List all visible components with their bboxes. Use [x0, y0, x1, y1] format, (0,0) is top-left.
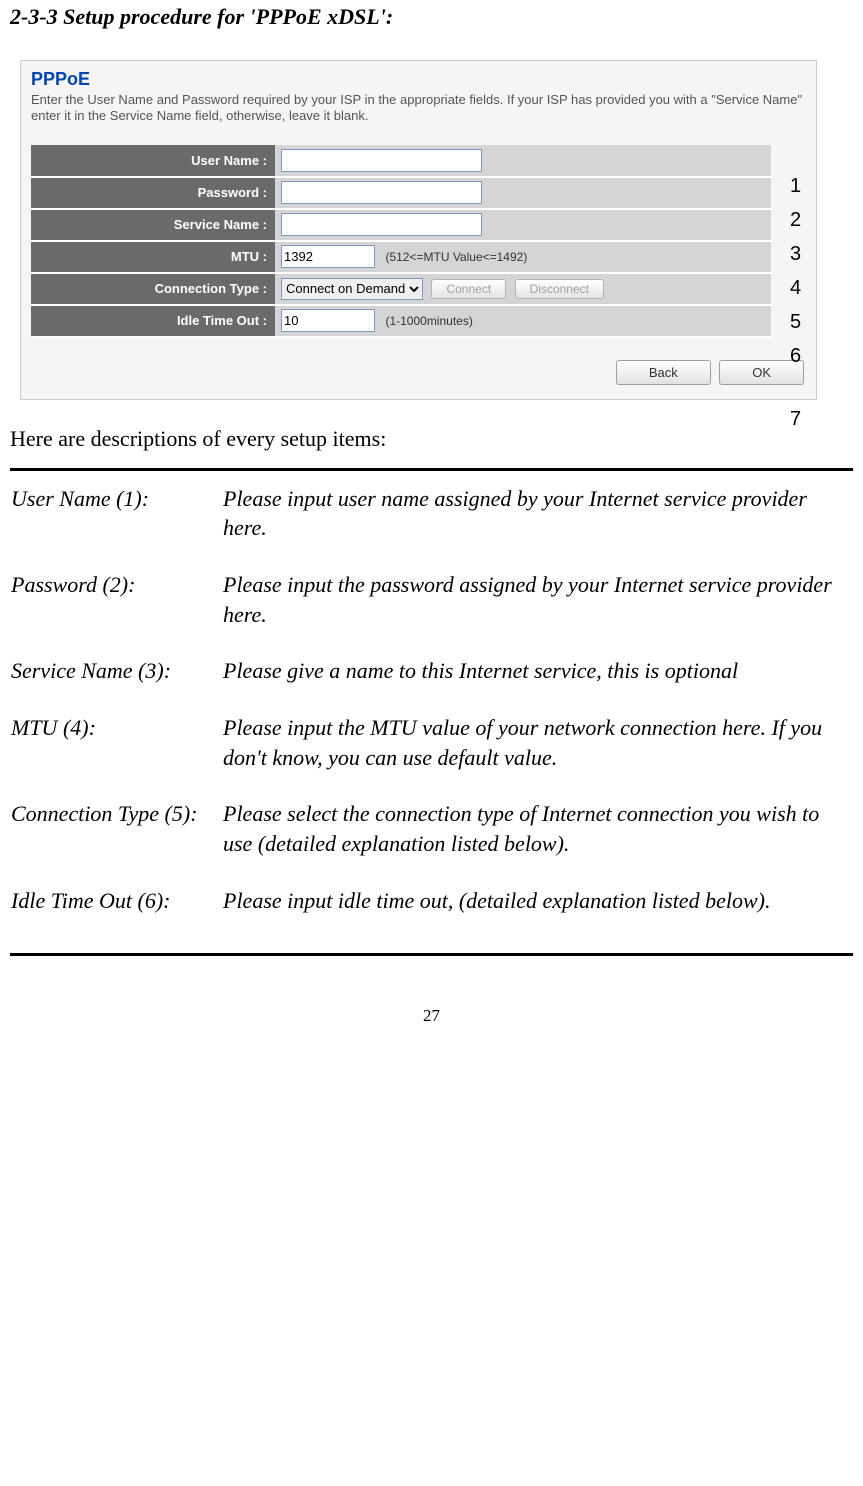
conntype-select[interactable]: Connect on Demand: [281, 278, 423, 300]
username-input[interactable]: [281, 149, 482, 172]
mtu-label: MTU :: [31, 241, 275, 273]
annotations-column: 1 2 3 4 5 6: [790, 169, 801, 373]
annotation-5: 5: [790, 305, 801, 339]
servicename-input[interactable]: [281, 213, 482, 236]
row-username: User Name :: [31, 145, 771, 177]
annotation-4: 4: [790, 271, 801, 305]
row-idle: Idle Time Out : (1-1000minutes): [31, 305, 771, 337]
descriptions-table: User Name (1): Please input user name as…: [10, 483, 853, 942]
divider-top: [10, 468, 853, 471]
row-servicename: Service Name :: [31, 209, 771, 241]
back-button[interactable]: Back: [616, 360, 711, 385]
desc-row: Idle Time Out (6): Please input idle tim…: [10, 885, 853, 942]
disconnect-button[interactable]: Disconnect: [515, 279, 604, 299]
annotation-6: 6: [790, 339, 801, 373]
desc-text: Please input the password assigned by yo…: [222, 569, 853, 655]
desc-text: Please select the connection type of Int…: [222, 798, 853, 884]
conntype-label: Connection Type :: [31, 273, 275, 305]
row-mtu: MTU : (512<=MTU Value<=1492): [31, 241, 771, 273]
desc-text: Please give a name to this Internet serv…: [222, 655, 853, 712]
annotation-2: 2: [790, 203, 801, 237]
idle-hint: (1-1000minutes): [385, 314, 472, 328]
form-table: User Name : Password : Service Name :: [31, 145, 771, 338]
desc-label: Service Name (3):: [10, 655, 222, 712]
desc-text: Please input idle time out, (detailed ex…: [222, 885, 853, 942]
row-password: Password :: [31, 177, 771, 209]
page-number: 27: [10, 1006, 853, 1026]
row-conntype: Connection Type : Connect on Demand Conn…: [31, 273, 771, 305]
desc-label: MTU (4):: [10, 712, 222, 798]
servicename-label: Service Name :: [31, 209, 275, 241]
desc-label: Connection Type (5):: [10, 798, 222, 884]
desc-label: Password (2):: [10, 569, 222, 655]
idle-input[interactable]: [281, 309, 375, 332]
annotation-1: 1: [790, 169, 801, 203]
idle-label: Idle Time Out :: [31, 305, 275, 337]
desc-row: Connection Type (5): Please select the c…: [10, 798, 853, 884]
mtu-hint: (512<=MTU Value<=1492): [385, 250, 527, 264]
desc-text: Please input user name assigned by your …: [222, 483, 853, 569]
pppoe-description: Enter the User Name and Password require…: [31, 92, 806, 125]
pppoe-screenshot: PPPoE Enter the User Name and Password r…: [20, 60, 817, 400]
username-label: User Name :: [31, 145, 275, 177]
password-label: Password :: [31, 177, 275, 209]
bottom-buttons: Back OK: [31, 360, 806, 385]
screenshot-container: PPPoE Enter the User Name and Password r…: [20, 60, 853, 400]
connect-button[interactable]: Connect: [431, 279, 506, 299]
desc-label: User Name (1):: [10, 483, 222, 569]
mtu-input[interactable]: [281, 245, 375, 268]
annotation-7: 7: [790, 408, 801, 431]
desc-label: Idle Time Out (6):: [10, 885, 222, 942]
desc-row: MTU (4): Please input the MTU value of y…: [10, 712, 853, 798]
descriptions-intro: Here are descriptions of every setup ite…: [10, 426, 853, 452]
desc-row: User Name (1): Please input user name as…: [10, 483, 853, 569]
section-title: 2-3-3 Setup procedure for 'PPPoE xDSL':: [10, 4, 853, 30]
pppoe-heading: PPPoE: [31, 69, 806, 90]
annotation-3: 3: [790, 237, 801, 271]
password-input[interactable]: [281, 181, 482, 204]
desc-text: Please input the MTU value of your netwo…: [222, 712, 853, 798]
divider-bottom: [10, 953, 853, 956]
desc-row: Service Name (3): Please give a name to …: [10, 655, 853, 712]
desc-row: Password (2): Please input the password …: [10, 569, 853, 655]
